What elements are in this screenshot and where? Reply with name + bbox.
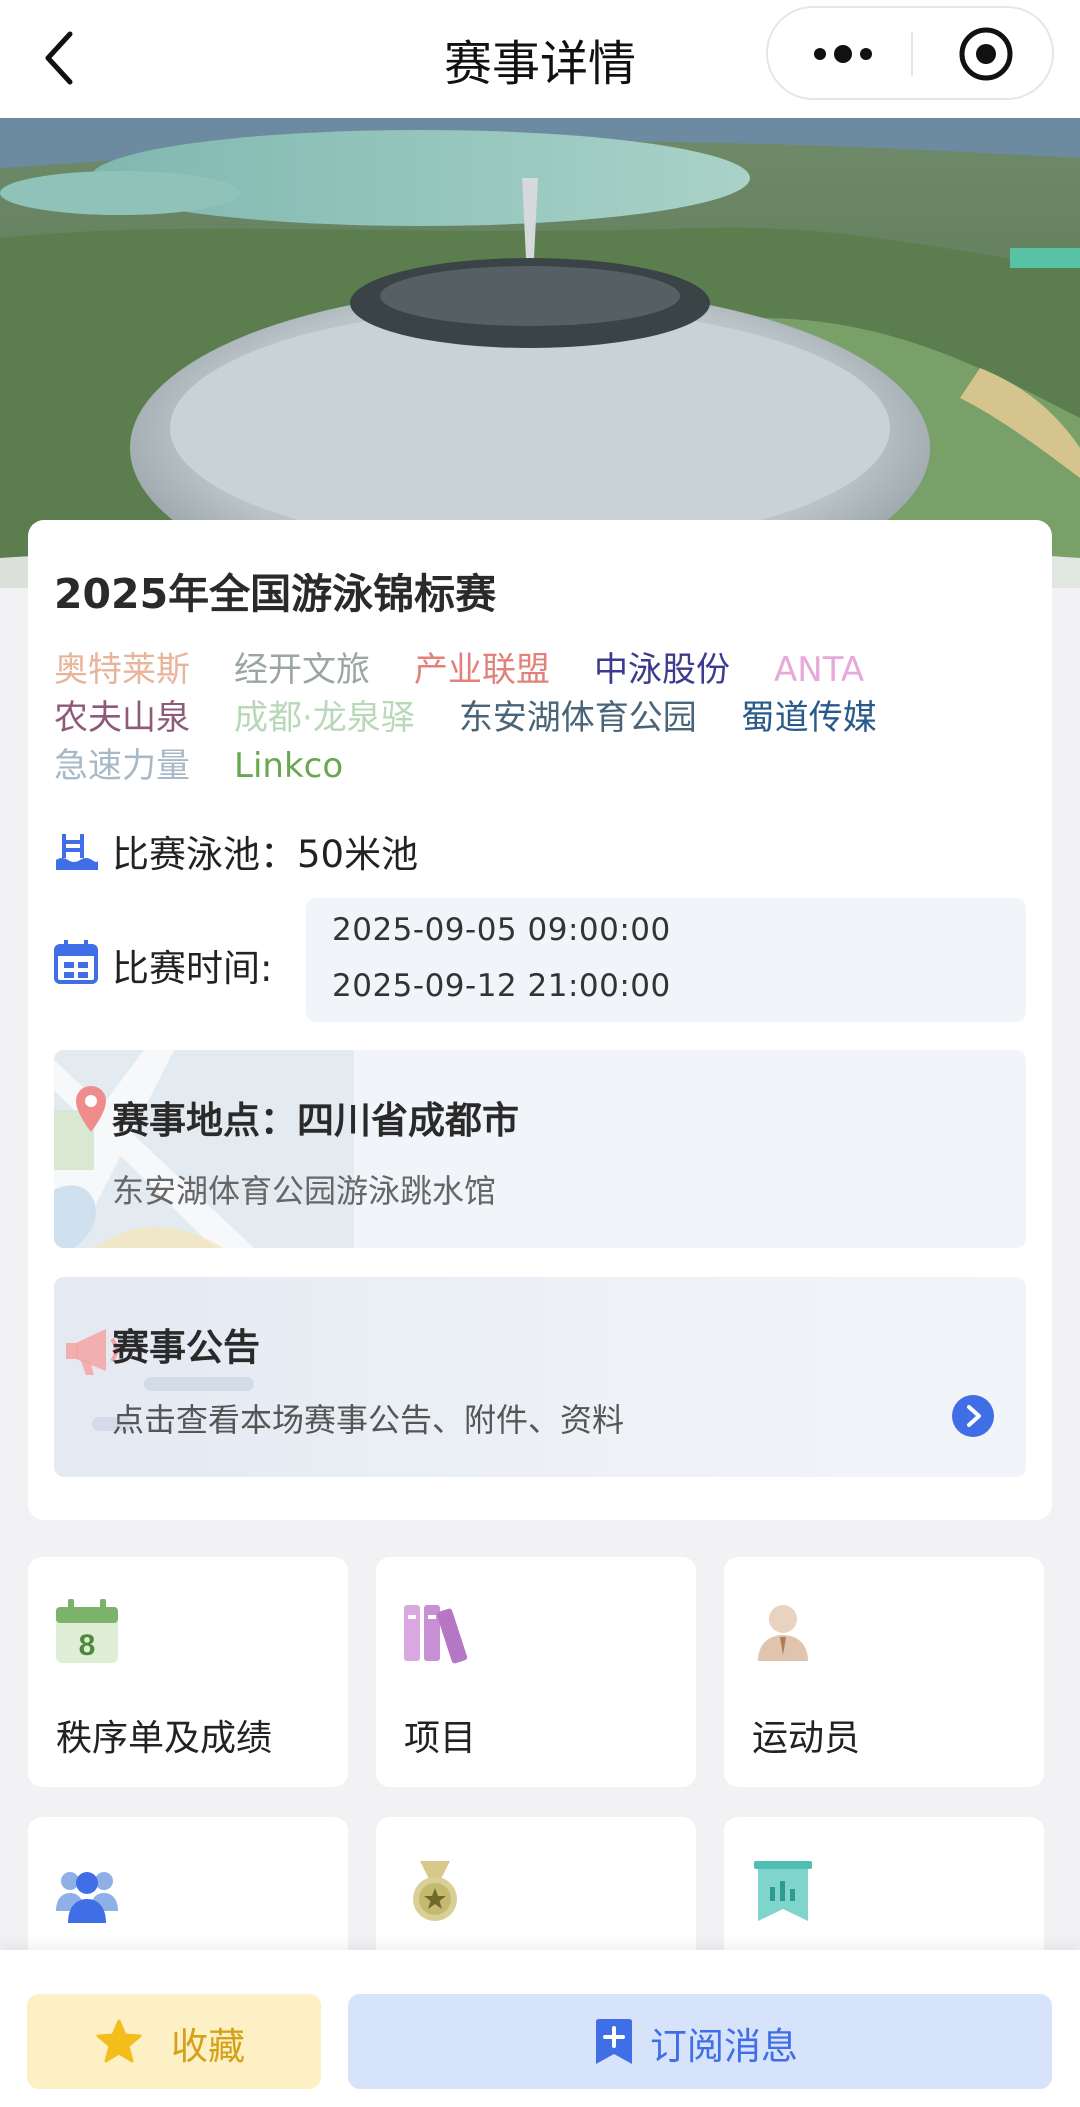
team-icon — [56, 1872, 118, 1923]
stats-banner-icon — [754, 1861, 812, 1921]
announcement-title: 赛事公告 — [112, 1326, 260, 1369]
sponsor-tag: 中泳股份 — [594, 650, 730, 690]
favorite-label: 收藏 — [171, 2025, 245, 2068]
pool-value: 50米池 — [297, 833, 419, 876]
sponsor-list: 奥特莱斯 经开文旅 产业联盟 中泳股份 ANTA 农夫山泉 成都·龙泉驿 东安湖体育公园 蜀道传… — [54, 646, 1034, 790]
announcement-subtitle: 点击查看本场赛事公告、附件、资料 — [112, 1401, 625, 1439]
sponsor-tag: ANTA — [774, 650, 865, 690]
map-background — [54, 1050, 354, 1248]
close-target-icon[interactable] — [958, 26, 1014, 82]
time-label: 比赛时间: — [112, 947, 273, 990]
time-start: 2025-09-05 09:00:00 — [332, 912, 671, 948]
tile-label: 运动员 — [752, 1718, 861, 1759]
subscribe-button[interactable]: 订阅消息 — [348, 1994, 1052, 2089]
location-venue: 东安湖体育公园游泳跳水馆 — [112, 1172, 497, 1210]
location-card[interactable]: 赛事地点：四川省成都市 东安湖体育公园游泳跳水馆 — [54, 1050, 1026, 1248]
favorite-button[interactable]: 收藏 — [27, 1994, 321, 2089]
tile-athletes[interactable]: 运动员 — [724, 1557, 1044, 1787]
pool-label: 比赛泳池： — [112, 833, 297, 876]
sponsor-tag: 急速力量 — [54, 746, 190, 786]
subscribe-label: 订阅消息 — [650, 2025, 798, 2068]
sponsor-tag: 经开文旅 — [234, 650, 370, 690]
hero-stadium-image — [0, 118, 1080, 588]
sponsor-tag: 蜀道传媒 — [740, 698, 877, 738]
medal-icon — [413, 1861, 457, 1921]
sponsor-tag: Linkco — [234, 746, 344, 786]
nav-bar: 赛事详情 — [0, 0, 1080, 118]
chevron-right-icon[interactable] — [952, 1395, 994, 1437]
tile-label: 秩序单及成绩 — [56, 1718, 273, 1759]
svg-text:8: 8 — [79, 1629, 96, 1662]
calendar-8-icon: 8 — [56, 1599, 118, 1663]
sponsor-tag: 成都·龙泉驿 — [234, 698, 415, 738]
event-info-card: 2025年全国游泳锦标赛 奥特莱斯 经开文旅 产业联盟 中泳股份 ANTA 农夫山泉 成都·… — [28, 520, 1052, 1520]
sponsor-tag: 农夫山泉 — [54, 698, 190, 738]
more-icon[interactable] — [808, 34, 878, 74]
location-label: 赛事地点： — [112, 1099, 297, 1142]
swimming-pool-icon — [56, 834, 98, 870]
calendar-icon — [54, 940, 98, 984]
announcement-card[interactable]: 赛事公告 点击查看本场赛事公告、附件、资料 — [54, 1277, 1026, 1477]
books-icon — [404, 1605, 468, 1664]
event-title: 2025年全国游泳锦标赛 — [54, 570, 497, 618]
tile-order-results[interactable]: 8 秩序单及成绩 — [28, 1557, 348, 1787]
decor-bar — [144, 1377, 254, 1391]
tile-events[interactable]: 项目 — [376, 1557, 696, 1787]
location-city: 四川省成都市 — [297, 1099, 519, 1142]
mini-program-capsule — [766, 6, 1054, 100]
athlete-icon — [758, 1605, 808, 1661]
time-info-row: 比赛时间: 2025-09-05 09:00:00 2025-09-12 21:… — [54, 898, 1052, 1024]
time-range-box: 2025-09-05 09:00:00 2025-09-12 21:00:00 — [306, 898, 1026, 1022]
sponsor-tag: 产业联盟 — [414, 650, 550, 690]
sponsor-tag: 东安湖体育公园 — [458, 698, 697, 738]
star-icon — [96, 2019, 142, 2063]
location-pin-icon — [76, 1086, 106, 1132]
capsule-divider — [911, 32, 913, 76]
bookmark-plus-icon — [596, 2019, 632, 2064]
bottom-action-bar: 收藏 订阅消息 — [0, 1950, 1080, 2107]
time-end: 2025-09-12 21:00:00 — [332, 968, 671, 1004]
tile-label: 项目 — [404, 1718, 477, 1759]
sponsor-tag: 奥特莱斯 — [54, 650, 190, 690]
